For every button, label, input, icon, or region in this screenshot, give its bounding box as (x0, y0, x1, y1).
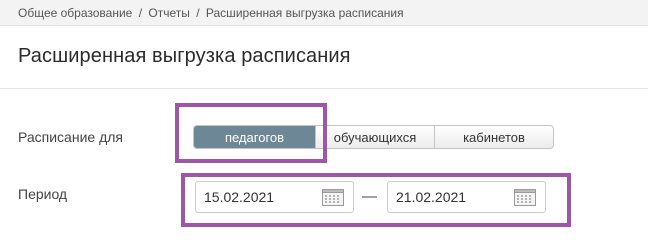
calendar-icon[interactable] (514, 189, 536, 206)
schedule-for-label: Расписание для (18, 129, 123, 145)
breadcrumb-item-general-education[interactable]: Общее образование (18, 6, 132, 20)
period-end-date-field[interactable] (387, 181, 546, 213)
breadcrumb: Общее образование / Отчеты / Расширенная… (0, 0, 648, 26)
page-title: Расширенная выгрузка расписания (18, 45, 351, 67)
period-start-input[interactable] (204, 182, 314, 212)
period-range-dash: — (362, 188, 377, 205)
period-end-input[interactable] (396, 182, 506, 212)
title-divider (0, 88, 648, 89)
segment-students[interactable]: обучающихся (315, 126, 434, 148)
period-start-date-field[interactable] (195, 181, 354, 213)
period-label: Период (18, 186, 68, 202)
breadcrumb-item-reports[interactable]: Отчеты (148, 6, 189, 20)
breadcrumb-separator: / (138, 6, 143, 20)
segment-rooms[interactable]: кабинетов (434, 126, 553, 148)
breadcrumb-item-current: Расширенная выгрузка расписания (205, 6, 404, 20)
segment-teachers[interactable]: педагогов (194, 126, 315, 148)
calendar-icon[interactable] (322, 189, 344, 206)
breadcrumb-separator: / (196, 6, 200, 20)
schedule-for-segmented-control: педагогов обучающихся кабинетов (193, 125, 554, 149)
